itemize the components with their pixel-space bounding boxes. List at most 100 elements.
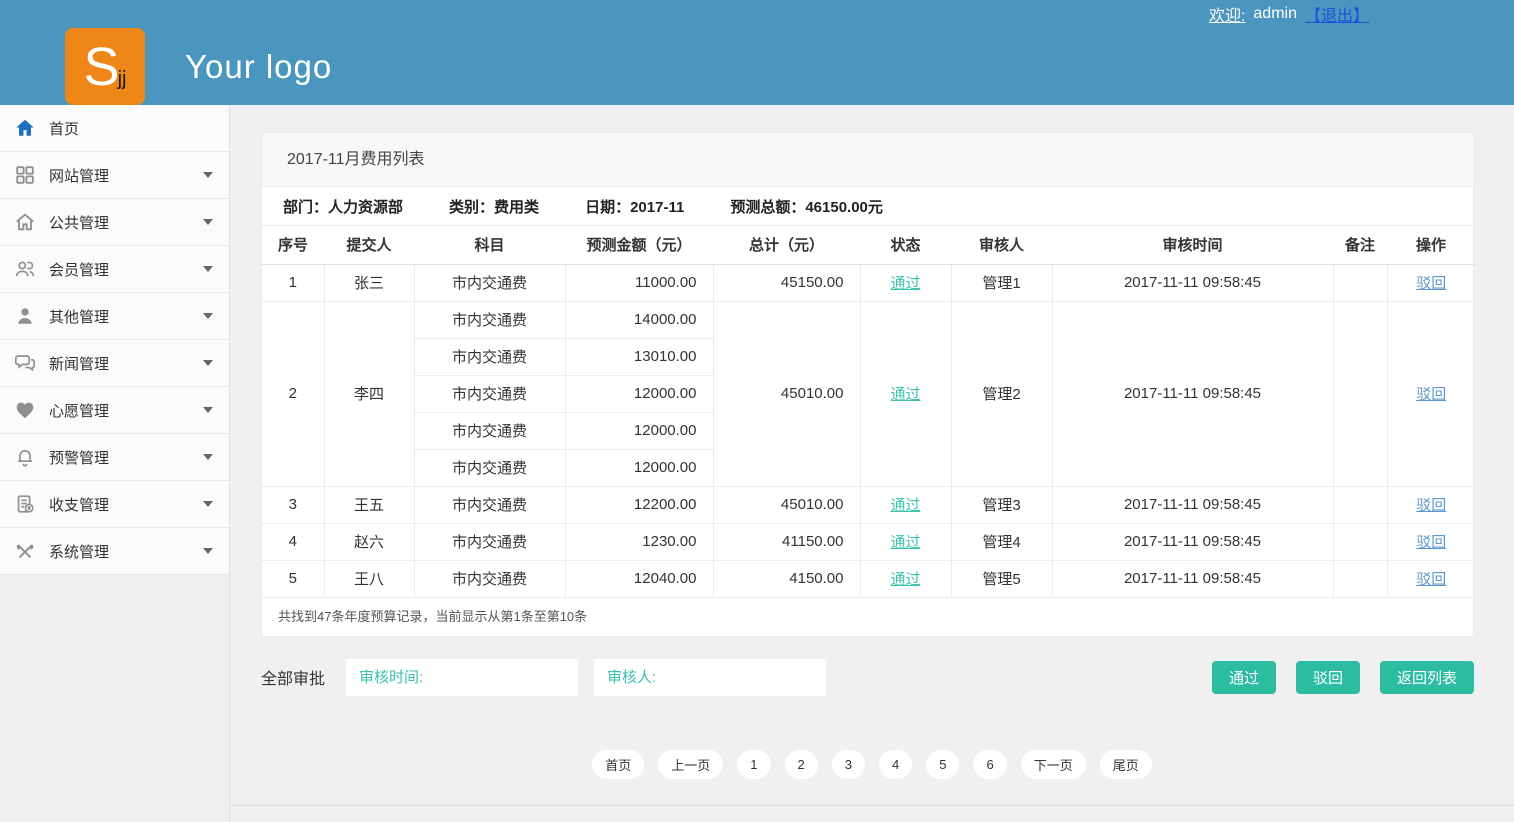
chevron-down-icon	[203, 266, 213, 272]
sidebar-item-warning[interactable]: 预警管理	[0, 434, 229, 481]
grid-icon	[14, 164, 36, 186]
info-bar: 部门：人力资源部类别：费用类日期：2017-11预测总额：46150.00元	[262, 187, 1473, 226]
sidebar-item-website[interactable]: 网站管理	[0, 152, 229, 199]
cell-action: 驳回	[1387, 264, 1475, 301]
cell-review-time: 2017-11-11 09:58:45	[1052, 486, 1333, 523]
chevron-down-icon	[203, 219, 213, 225]
cell-review-time: 2017-11-11 09:58:45	[1052, 560, 1333, 597]
chevron-down-icon	[203, 313, 213, 319]
cell-amount: 13010.00	[565, 338, 713, 375]
reject-button[interactable]: 驳回	[1296, 661, 1360, 694]
sidebar-item-other[interactable]: 其他管理	[0, 293, 229, 340]
sidebar-item-label: 会员管理	[49, 259, 109, 280]
cell-no: 5	[262, 560, 324, 597]
approval-label: 全部审批	[261, 665, 325, 689]
reject-link[interactable]: 驳回	[1416, 275, 1446, 292]
sidebar-item-wish[interactable]: 心愿管理	[0, 387, 229, 434]
cell-action: 驳回	[1387, 301, 1475, 486]
sidebar-item-news[interactable]: 新闻管理	[0, 340, 229, 387]
cell-subject: 市内交通费	[414, 338, 565, 375]
chevron-down-icon	[203, 360, 213, 366]
cell-total: 4150.00	[713, 560, 860, 597]
page-last[interactable]: 尾页	[1099, 749, 1153, 780]
chevron-down-icon	[203, 548, 213, 554]
status-link[interactable]: 通过	[890, 571, 920, 588]
home-icon	[14, 117, 36, 139]
cell-amount: 1230.00	[565, 523, 713, 560]
table-header-row: 序号提交人科目预测金额（元）总计（元）状态审核人审核时间备注操作	[262, 226, 1475, 264]
status-link[interactable]: 通过	[890, 386, 920, 403]
cell-amount: 12000.00	[565, 449, 713, 486]
logout-link[interactable]: 【退出】	[1305, 2, 1369, 26]
table-summary: 共找到47条年度预算记录，当前显示从第1条至第10条	[262, 598, 1473, 636]
info-department: 部门：人力资源部	[283, 196, 403, 217]
approval-buttons: 通过驳回返回列表	[1212, 661, 1474, 694]
users-icon	[14, 258, 36, 280]
column-header: 审核人	[951, 226, 1052, 264]
page-5[interactable]: 5	[925, 749, 960, 780]
app-header: S jj Your logo 欢迎: admin 【退出】	[0, 0, 1514, 105]
cell-subject: 市内交通费	[414, 486, 565, 523]
cell-amount: 14000.00	[565, 301, 713, 338]
page-first[interactable]: 首页	[591, 749, 645, 780]
cell-no: 1	[262, 264, 324, 301]
cell-total: 41150.00	[713, 523, 860, 560]
sidebar-item-system[interactable]: 系统管理	[0, 528, 229, 575]
column-header: 序号	[262, 226, 324, 264]
column-header: 审核时间	[1052, 226, 1333, 264]
heart-icon	[14, 399, 36, 421]
info-date: 日期：2017-11	[585, 196, 684, 217]
cell-remark	[1333, 264, 1387, 301]
sidebar-item-home[interactable]: 首页	[0, 105, 229, 152]
back-button[interactable]: 返回列表	[1380, 661, 1474, 694]
approval-row: 全部审批 通过驳回返回列表	[261, 659, 1474, 696]
status-link[interactable]: 通过	[890, 497, 920, 514]
reject-link[interactable]: 驳回	[1416, 386, 1446, 403]
cell-remark	[1333, 301, 1387, 486]
approve-button[interactable]: 通过	[1212, 661, 1276, 694]
page-4[interactable]: 4	[878, 749, 913, 780]
info-value: 2017-11	[630, 199, 684, 216]
page-6[interactable]: 6	[972, 749, 1007, 780]
info-value: 46150.00元	[805, 199, 883, 216]
receipt-icon	[14, 493, 36, 515]
reject-link[interactable]: 驳回	[1416, 534, 1446, 551]
info-value: 人力资源部	[328, 199, 403, 216]
reject-link[interactable]: 驳回	[1416, 497, 1446, 514]
pagination: 首页上一页 123456 下一页尾页	[230, 749, 1514, 780]
reject-link[interactable]: 驳回	[1416, 571, 1446, 588]
cell-total: 45150.00	[713, 264, 860, 301]
expense-table: 序号提交人科目预测金额（元）总计（元）状态审核人审核时间备注操作 1张三市内交通…	[262, 226, 1475, 598]
reviewer-input[interactable]	[594, 659, 826, 696]
cell-no: 3	[262, 486, 324, 523]
page-1[interactable]: 1	[736, 749, 771, 780]
home-outline-icon	[14, 211, 36, 233]
cell-status: 通过	[860, 264, 951, 301]
page-prev[interactable]: 上一页	[657, 749, 724, 780]
cell-amount: 12200.00	[565, 486, 713, 523]
column-header: 提交人	[324, 226, 414, 264]
sidebar-item-label: 收支管理	[49, 494, 109, 515]
status-link[interactable]: 通过	[890, 534, 920, 551]
logo-letter: S	[84, 40, 120, 94]
page-3[interactable]: 3	[831, 749, 866, 780]
sidebar-item-members[interactable]: 会员管理	[0, 246, 229, 293]
cell-action: 驳回	[1387, 523, 1475, 560]
page-next[interactable]: 下一页	[1020, 749, 1087, 780]
logo: S jj	[65, 28, 145, 105]
cell-submitter: 王五	[324, 486, 414, 523]
cell-review-time: 2017-11-11 09:58:45	[1052, 264, 1333, 301]
cell-total: 45010.00	[713, 301, 860, 486]
review-time-input[interactable]	[346, 659, 578, 696]
sidebar-item-label: 新闻管理	[49, 353, 109, 374]
table-row: 5王八市内交通费12040.004150.00通过管理52017-11-11 0…	[262, 560, 1475, 597]
status-link[interactable]: 通过	[890, 275, 920, 292]
content-area: 2017-11月费用列表 部门：人力资源部类别：费用类日期：2017-11预测总…	[230, 105, 1514, 822]
cell-review-time: 2017-11-11 09:58:45	[1052, 301, 1333, 486]
page-2[interactable]: 2	[784, 749, 819, 780]
sidebar-item-public[interactable]: 公共管理	[0, 199, 229, 246]
logo-sub: jj	[118, 68, 127, 91]
sidebar-item-label: 首页	[49, 118, 79, 139]
sidebar-item-label: 网站管理	[49, 165, 109, 186]
sidebar-item-finance[interactable]: 收支管理	[0, 481, 229, 528]
